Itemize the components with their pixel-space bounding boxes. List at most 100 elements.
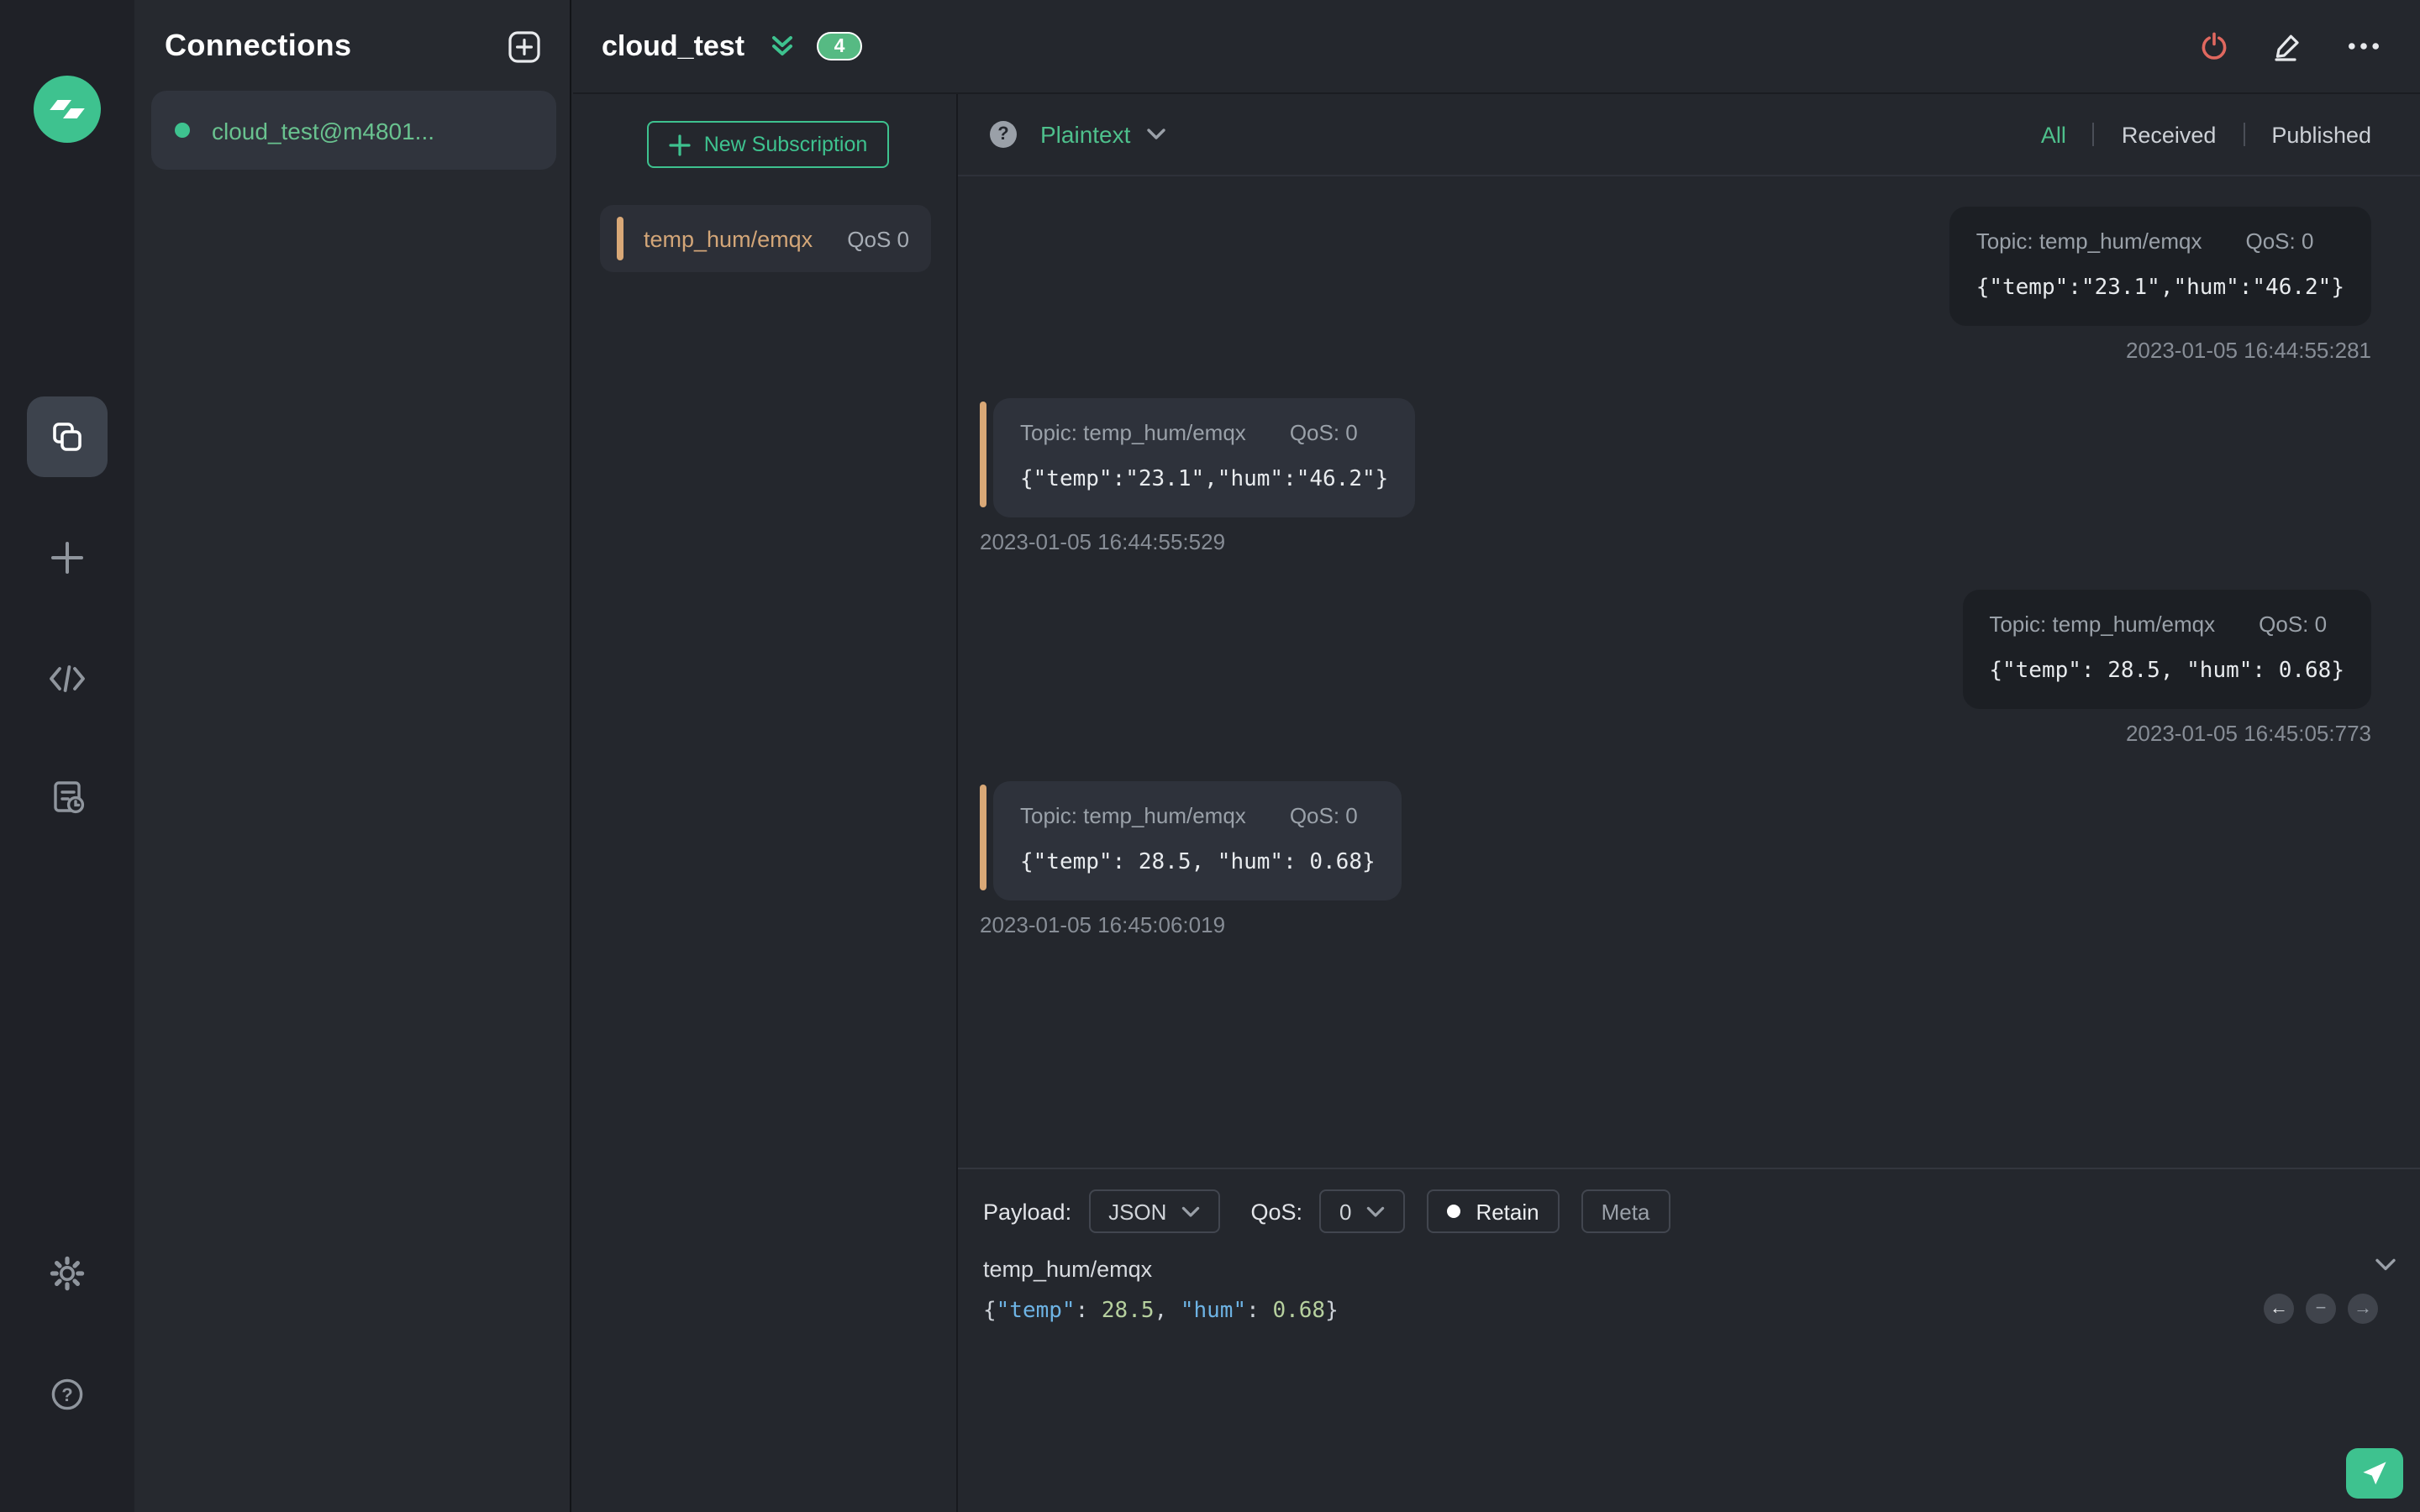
subscription-item[interactable]: temp_hum/emqx QoS 0: [600, 205, 931, 272]
payload-format-value: JSON: [1108, 1199, 1167, 1224]
qos-select[interactable]: 0: [1318, 1189, 1406, 1233]
message-payload: {"temp":"23.1","hum":"46.2"}: [1020, 467, 1389, 492]
code-icon: [50, 665, 85, 692]
message-received: Topic: temp_hum/emqx QoS: 0 {"temp": 28.5…: [980, 781, 2371, 937]
gear-icon: [50, 1256, 85, 1291]
nav-script[interactable]: [27, 638, 108, 719]
message-payload: {"temp": 28.5, "hum": 0.68}: [1989, 659, 2344, 684]
message-qos: QoS: 0: [2259, 612, 2328, 637]
filter-published[interactable]: Published: [2271, 122, 2371, 147]
help-icon: ?: [51, 1378, 83, 1410]
retain-dot-icon: [1447, 1205, 1461, 1218]
filter-received[interactable]: Received: [2122, 122, 2217, 147]
send-button[interactable]: [2346, 1448, 2403, 1499]
paper-plane-icon: [2363, 1462, 2386, 1485]
retain-toggle[interactable]: Retain: [1427, 1189, 1560, 1233]
nav-new-connection[interactable]: [27, 517, 108, 598]
collapse-editor-icon[interactable]: [2375, 1258, 2396, 1272]
message-color-bar: [980, 785, 986, 890]
message-card: Topic: temp_hum/emqx QoS: 0 {"temp":"23.1…: [1949, 207, 2371, 326]
filter-divider: [2243, 123, 2245, 146]
qos-label: QoS:: [1250, 1199, 1302, 1224]
chevron-down-icon: [1182, 1205, 1200, 1216]
app-rail: ?: [0, 0, 134, 1512]
message-timestamp: 2023-01-05 16:45:06:019: [980, 912, 1226, 937]
messages-panel: ? Plaintext All Received Published Topic…: [958, 94, 2420, 1512]
message-card: Topic: temp_hum/emqx QoS: 0 {"temp": 28.5…: [993, 781, 1402, 900]
nav-connections[interactable]: [27, 396, 108, 477]
meta-button[interactable]: Meta: [1581, 1189, 1670, 1233]
nav-settings[interactable]: [27, 1233, 108, 1314]
message-color-bar: [980, 402, 986, 507]
message-topic: Topic: temp_hum/emqx: [1020, 420, 1246, 445]
message-payload: {"temp":"23.1","hum":"46.2"}: [1975, 276, 2344, 301]
mqttx-app: ? Connections cloud_test@m4801... cloud_…: [0, 0, 2420, 1512]
plus-square-icon: [508, 30, 540, 62]
payload-format-select[interactable]: JSON: [1088, 1189, 1221, 1233]
unread-count-badge[interactable]: 4: [817, 32, 863, 60]
message-publishd: Topic: temp_hum/emqx QoS: 0 {"temp": 28.5…: [980, 590, 2371, 746]
collapse-chevron-icon[interactable]: [768, 32, 797, 60]
payload-token: {: [983, 1299, 997, 1324]
payload-history-nav: ← − →: [2264, 1294, 2378, 1324]
payload-format-help-icon[interactable]: ?: [990, 121, 1017, 148]
log-icon: [53, 780, 84, 813]
chevron-down-icon: [1367, 1205, 1385, 1216]
payload-editor[interactable]: {"temp": 28.5, "hum": 0.68}: [958, 1295, 2420, 1329]
mqttx-logo-icon: [34, 76, 101, 143]
message-qos: QoS: 0: [1289, 420, 1358, 445]
publish-toolbar: Payload: JSON QoS: 0 Retain Meta: [983, 1189, 2420, 1233]
qos-value: 0: [1339, 1199, 1352, 1224]
message-timestamp: 2023-01-05 16:45:05:773: [2125, 721, 2371, 746]
power-icon: [2202, 32, 2227, 60]
payload-token: ,: [1154, 1299, 1181, 1324]
publish-panel: Payload: JSON QoS: 0 Retain Meta temp_hu…: [958, 1168, 2420, 1512]
plus-icon: [51, 542, 83, 574]
meta-label: Meta: [1601, 1199, 1650, 1224]
message-qos: QoS: 0: [2245, 228, 2314, 254]
message-list: Topic: temp_hum/emqx QoS: 0 {"temp":"23.1…: [958, 176, 2420, 1168]
message-timestamp: 2023-01-05 16:44:55:529: [980, 529, 1226, 554]
edit-connection-button[interactable]: [2272, 30, 2304, 62]
subscription-color-bar: [617, 217, 623, 260]
connection-header: cloud_test 4: [573, 0, 2420, 94]
message-filters: All Received Published: [2041, 122, 2371, 147]
connection-status-dot: [175, 123, 190, 138]
nav-log[interactable]: [27, 756, 108, 837]
message-topic: Topic: temp_hum/emqx: [1989, 612, 2216, 637]
message-format-select[interactable]: Plaintext: [1040, 121, 1165, 148]
disconnect-button[interactable]: [2200, 32, 2228, 60]
topic-value: temp_hum/emqx: [983, 1256, 1153, 1281]
history-next-button[interactable]: →: [2348, 1294, 2378, 1324]
subscription-qos: QoS 0: [847, 226, 909, 251]
connection-item[interactable]: cloud_test@m4801...: [151, 91, 556, 170]
payload-token: :: [1075, 1299, 1102, 1324]
more-options-button[interactable]: [2348, 42, 2380, 50]
topic-input[interactable]: temp_hum/emqx: [958, 1247, 2420, 1290]
filter-all[interactable]: All: [2041, 122, 2066, 147]
message-card: Topic: temp_hum/emqx QoS: 0 {"temp":"23.1…: [993, 398, 1416, 517]
add-connection-button[interactable]: [508, 29, 541, 63]
history-clear-button[interactable]: −: [2306, 1294, 2336, 1324]
messages-toolbar: ? Plaintext All Received Published: [958, 94, 2420, 176]
message-topic: Topic: temp_hum/emqx: [1020, 803, 1246, 828]
history-prev-button[interactable]: ←: [2264, 1294, 2294, 1324]
message-qos: QoS: 0: [1289, 803, 1358, 828]
message-publishd: Topic: temp_hum/emqx QoS: 0 {"temp":"23.1…: [980, 207, 2371, 363]
payload-token: "hum": [1180, 1299, 1247, 1324]
ellipsis-icon: [2349, 43, 2379, 50]
edit-icon: [2275, 34, 2299, 61]
retain-label: Retain: [1476, 1199, 1539, 1224]
main-area: cloud_test 4 New Subscription temp_hum/e…: [573, 0, 2420, 1512]
payload-token: :: [1246, 1299, 1273, 1324]
svg-text:?: ?: [61, 1384, 72, 1405]
message-timestamp: 2023-01-05 16:44:55:281: [2125, 338, 2371, 363]
new-subscription-label: New Subscription: [703, 133, 868, 156]
plus-icon: [669, 134, 691, 155]
nav-help[interactable]: ?: [27, 1354, 108, 1435]
chevron-down-icon: [1146, 129, 1165, 139]
connections-panel: Connections cloud_test@m4801...: [134, 0, 571, 1512]
message-card: Topic: temp_hum/emqx QoS: 0 {"temp": 28.5…: [1962, 590, 2371, 709]
new-subscription-button[interactable]: New Subscription: [647, 121, 889, 168]
payload-label: Payload:: [983, 1199, 1072, 1224]
